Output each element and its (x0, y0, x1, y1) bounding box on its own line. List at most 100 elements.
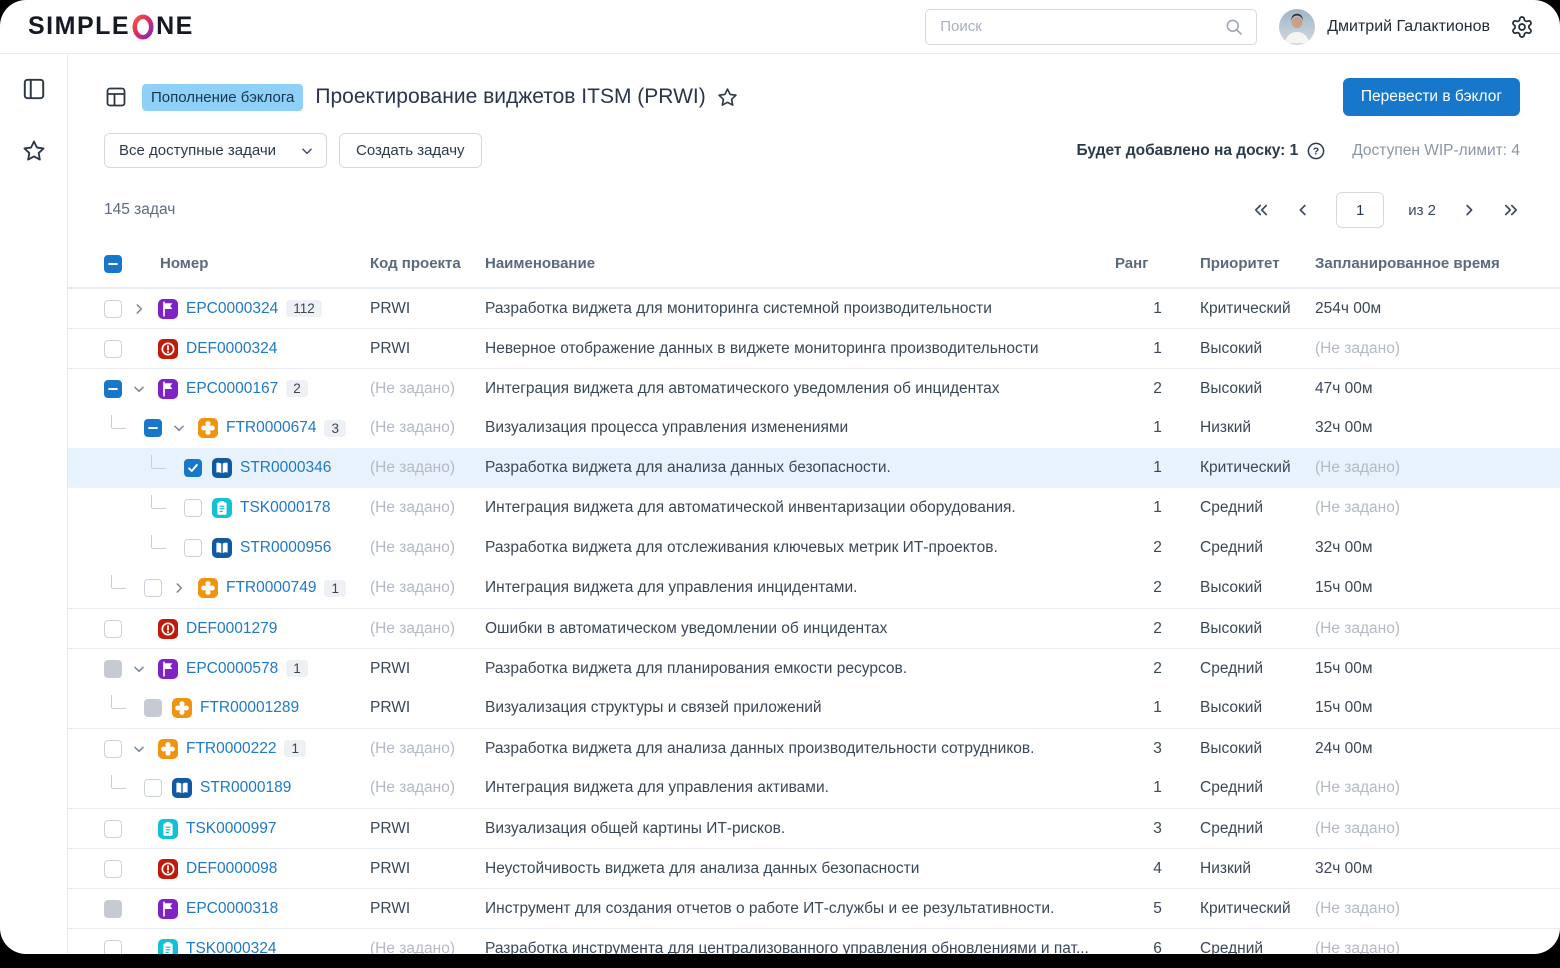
table-row[interactable]: STR0000189(Не задано)Интеграция виджета … (68, 768, 1560, 808)
task-link[interactable]: STR0000346 (240, 459, 331, 477)
task-rank: 1 (1115, 499, 1200, 517)
board-layout-icon[interactable] (104, 85, 128, 109)
table-row[interactable]: FTR00001289PRWIВизуализация структуры и … (68, 688, 1560, 728)
stage-badge: Пополнение бэклога (142, 84, 303, 111)
task-rank: 6 (1115, 940, 1200, 955)
task-link[interactable]: FTR00001289 (200, 699, 299, 717)
row-checkbox[interactable] (104, 820, 122, 838)
planned-time: (Не задано) (1315, 940, 1520, 955)
table-row[interactable]: DEF0001279(Не задано)Ошибки в автоматиче… (68, 608, 1560, 648)
task-rank: 3 (1115, 820, 1200, 838)
last-page-icon[interactable] (1502, 201, 1520, 219)
table-row[interactable]: DEF0000098PRWIНеустойчивость виджета для… (68, 848, 1560, 888)
row-checkbox[interactable] (104, 620, 122, 638)
prev-page-icon[interactable] (1294, 201, 1312, 219)
table-row[interactable]: EPC0000324112PRWIРазработка виджета для … (68, 288, 1560, 328)
chevron-right-icon[interactable] (132, 302, 158, 316)
defect-icon (158, 859, 178, 879)
row-checkbox[interactable] (104, 340, 122, 358)
chevron-right-icon[interactable] (172, 581, 198, 595)
select-all-checkbox[interactable] (104, 255, 122, 273)
col-time[interactable]: Запланированное время (1315, 255, 1520, 272)
row-checkbox[interactable] (104, 740, 122, 758)
row-checkbox (104, 660, 122, 678)
task-link[interactable]: DEF0000324 (186, 340, 277, 358)
task-link[interactable]: EPC0000318 (186, 900, 278, 918)
task-name: Визуализация общей картины ИТ-рисков. (485, 820, 1115, 838)
row-checkbox[interactable] (104, 380, 122, 398)
task-link[interactable]: FTR0000222 (186, 740, 276, 758)
help-question-icon[interactable]: ? (1306, 141, 1326, 161)
row-checkbox[interactable] (144, 779, 162, 797)
row-checkbox[interactable] (104, 300, 122, 318)
table-row[interactable]: TSK0000997PRWIВизуализация общей картины… (68, 808, 1560, 848)
table-row[interactable]: EPC0000318PRWIИнструмент для создания от… (68, 888, 1560, 928)
chevron-down-icon[interactable] (132, 742, 158, 756)
table-row[interactable]: EPC00001672(Не задано)Интеграция виджета… (68, 368, 1560, 408)
col-name[interactable]: Наименование (485, 255, 1115, 272)
task-link[interactable]: EPC0000578 (186, 660, 278, 678)
row-checkbox[interactable] (184, 539, 202, 557)
page-number-input[interactable]: 1 (1336, 192, 1384, 228)
table-row[interactable]: DEF0000324PRWIНеверное отображение данны… (68, 328, 1560, 368)
favorites-star-icon[interactable] (21, 138, 47, 164)
task-link[interactable]: STR0000189 (200, 779, 291, 797)
search-input[interactable] (938, 17, 1224, 36)
task-link[interactable]: FTR0000674 (226, 419, 316, 437)
task-icon (212, 498, 232, 518)
row-checkbox[interactable] (184, 459, 202, 477)
row-checkbox[interactable] (144, 579, 162, 597)
sidebar-toggle-icon[interactable] (21, 76, 47, 102)
table-row[interactable]: STR0000956(Не задано)Разработка виджета … (68, 528, 1560, 568)
project-code: (Не задано) (370, 539, 485, 557)
col-project[interactable]: Код проекта (370, 255, 485, 272)
task-name: Неверное отображение данных в виджете мо… (485, 340, 1115, 358)
page-title: Проектирование виджетов ITSM (PRWI) (315, 85, 705, 109)
col-number[interactable]: Номер (160, 255, 208, 272)
task-link[interactable]: EPC0000324 (186, 300, 278, 318)
task-filter-select[interactable]: Все доступные задачи (104, 133, 327, 168)
global-search[interactable] (925, 9, 1257, 45)
logo-text-pre: SIMPLE (28, 12, 130, 41)
table-row[interactable]: TSK0000178(Не задано)Интеграция виджета … (68, 488, 1560, 528)
task-link[interactable]: STR0000956 (240, 539, 331, 557)
task-link[interactable]: FTR0000749 (226, 579, 316, 597)
task-link[interactable]: DEF0000098 (186, 860, 277, 878)
task-link[interactable]: TSK0000324 (186, 940, 277, 955)
chevron-down-icon[interactable] (132, 382, 158, 396)
task-name: Интеграция виджета для автоматического у… (485, 380, 1115, 398)
table-row[interactable]: FTR00006743(Не задано)Визуализация проце… (68, 408, 1560, 448)
table-row[interactable]: TSK0000324(Не задано)Разработка инструме… (68, 928, 1560, 954)
table-row[interactable]: EPC00005781PRWIРазработка виджета для пл… (68, 648, 1560, 688)
table-row[interactable]: FTR00007491(Не задано)Интеграция виджета… (68, 568, 1560, 608)
col-rank[interactable]: Ранг (1115, 255, 1200, 272)
col-priority[interactable]: Приоритет (1200, 255, 1315, 272)
row-checkbox[interactable] (104, 860, 122, 878)
next-page-icon[interactable] (1460, 201, 1478, 219)
create-task-button[interactable]: Создать задачу (339, 133, 481, 168)
app-window: SIMPLE NE (0, 0, 1560, 954)
task-link[interactable]: DEF0001279 (186, 620, 277, 638)
title-star-icon[interactable] (716, 86, 739, 109)
row-checkbox[interactable] (104, 940, 122, 955)
table-row[interactable]: FTR00002221(Не задано)Разработка виджета… (68, 728, 1560, 768)
translate-to-backlog-button[interactable]: Перевести в бэклог (1343, 78, 1520, 116)
first-page-icon[interactable] (1252, 201, 1270, 219)
task-link[interactable]: TSK0000997 (186, 820, 277, 838)
user-name[interactable]: Дмитрий Галактионов (1327, 18, 1490, 36)
simpleone-logo[interactable]: SIMPLE NE (28, 12, 194, 41)
tree-connector-icon (111, 695, 126, 709)
feature-icon (158, 739, 178, 759)
row-checkbox[interactable] (184, 499, 202, 517)
task-link[interactable]: TSK0000178 (240, 499, 331, 517)
project-code: (Не задано) (370, 940, 485, 955)
chevron-down-icon[interactable] (132, 662, 158, 676)
settings-gear-icon[interactable] (1510, 15, 1534, 39)
user-avatar[interactable] (1279, 9, 1315, 45)
tree-connector-icon (111, 575, 126, 589)
table-row[interactable]: STR0000346(Не задано)Разработка виджета … (68, 448, 1560, 488)
chevron-down-icon[interactable] (172, 421, 198, 435)
task-link[interactable]: EPC0000167 (186, 380, 278, 398)
row-checkbox[interactable] (144, 419, 162, 437)
task-priority: Высокий (1200, 740, 1315, 758)
